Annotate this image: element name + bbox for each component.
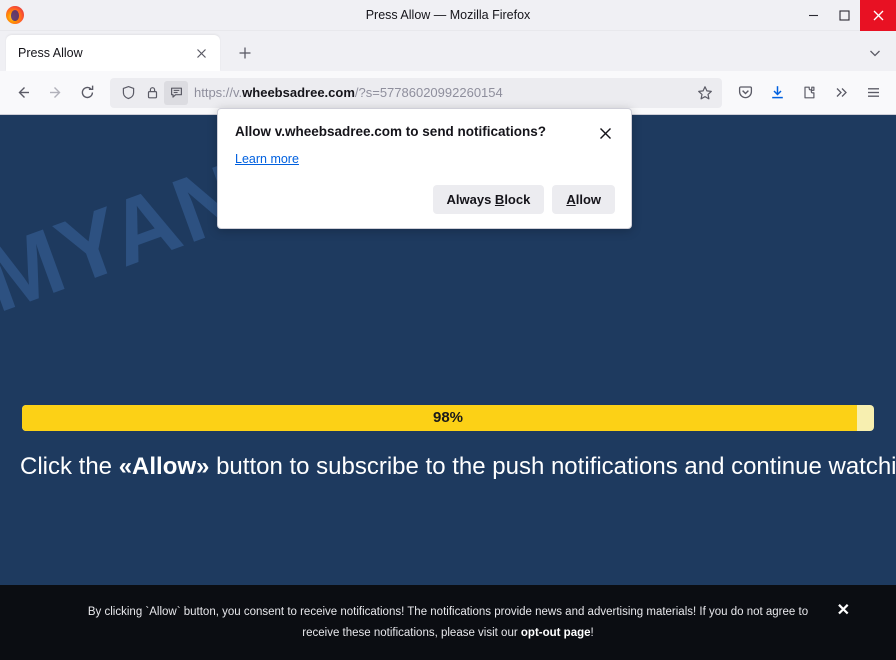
toolbar-actions	[730, 78, 888, 108]
new-tab-button[interactable]	[232, 40, 258, 66]
tab-title: Press Allow	[18, 46, 83, 60]
tab-close-icon[interactable]	[190, 42, 212, 64]
allow-button[interactable]: Allow	[552, 185, 615, 214]
allow-suffix: llow	[575, 192, 601, 207]
bookmark-star-icon[interactable]	[692, 80, 718, 106]
progress-bar-label: 98%	[432, 409, 464, 426]
always-block-suffix: lock	[504, 192, 531, 207]
consent-banner-text: By clicking `Allow` button, you consent …	[30, 602, 866, 642]
extension-icon[interactable]	[794, 78, 824, 108]
window-controls	[798, 0, 896, 31]
always-block-accesskey: B	[494, 192, 505, 207]
consent-line-2-suffix: !	[590, 626, 594, 639]
always-block-prefix: Always	[446, 192, 495, 207]
download-icon[interactable]	[762, 78, 792, 108]
learn-more-link[interactable]: Learn more	[235, 152, 299, 166]
permission-popup-actions: Always Block Allow	[235, 185, 615, 214]
url-bar[interactable]: https://v.wheebsadree.com/?s=57786020992…	[110, 77, 722, 108]
url-text[interactable]: https://v.wheebsadree.com/?s=57786020992…	[194, 85, 692, 100]
cta-suffix: button to subscribe to the push notifica…	[209, 453, 896, 480]
always-block-button[interactable]: Always Block	[432, 185, 545, 214]
notification-permission-popup: Allow v.wheebsadree.com to send notifica…	[217, 108, 632, 229]
permission-popup-title: Allow v.wheebsadree.com to send notifica…	[235, 124, 547, 139]
back-button[interactable]	[8, 78, 38, 108]
permission-popup-header: Allow v.wheebsadree.com to send notifica…	[235, 123, 615, 143]
window-title: Press Allow — Mozilla Firefox	[365, 7, 531, 22]
forward-button[interactable]	[40, 78, 70, 108]
tab-strip: Press Allow	[0, 31, 896, 71]
title-bar: Press Allow — Mozilla Firefox	[0, 0, 896, 31]
browser-tab[interactable]: Press Allow	[6, 35, 220, 71]
cta-prefix: Click the	[20, 453, 119, 480]
padlock-icon[interactable]	[140, 81, 164, 105]
progress-bar: 98%	[22, 405, 874, 431]
list-all-tabs-icon[interactable]	[864, 42, 886, 64]
opt-out-link[interactable]: opt-out page	[521, 627, 591, 639]
consent-line-2-prefix: receive these notifications, please visi…	[302, 626, 521, 639]
consent-banner: By clicking `Allow` button, you consent …	[0, 585, 896, 660]
overflow-menu-icon[interactable]	[826, 78, 856, 108]
minimize-button[interactable]	[798, 0, 829, 31]
call-to-action-text: Click the «Allow» button to subscribe to…	[0, 453, 896, 481]
maximize-button[interactable]	[829, 0, 860, 31]
reload-button[interactable]	[72, 78, 102, 108]
close-window-button[interactable]	[860, 0, 896, 31]
consent-line-1: By clicking `Allow` button, you consent …	[87, 606, 809, 619]
shield-icon[interactable]	[116, 81, 140, 105]
cta-allow-emphasis: «Allow»	[118, 453, 210, 480]
consent-banner-close-icon[interactable]: ✕	[837, 603, 850, 619]
browser-window: Press Allow — Mozilla Firefox Press Allo…	[0, 0, 896, 660]
allow-accesskey: A	[566, 192, 576, 207]
permission-popup-close-icon[interactable]	[595, 123, 615, 143]
hamburger-menu-icon[interactable]	[858, 78, 888, 108]
firefox-logo-icon	[6, 6, 24, 24]
notification-permission-icon[interactable]	[164, 80, 188, 105]
pocket-icon[interactable]	[730, 78, 760, 108]
